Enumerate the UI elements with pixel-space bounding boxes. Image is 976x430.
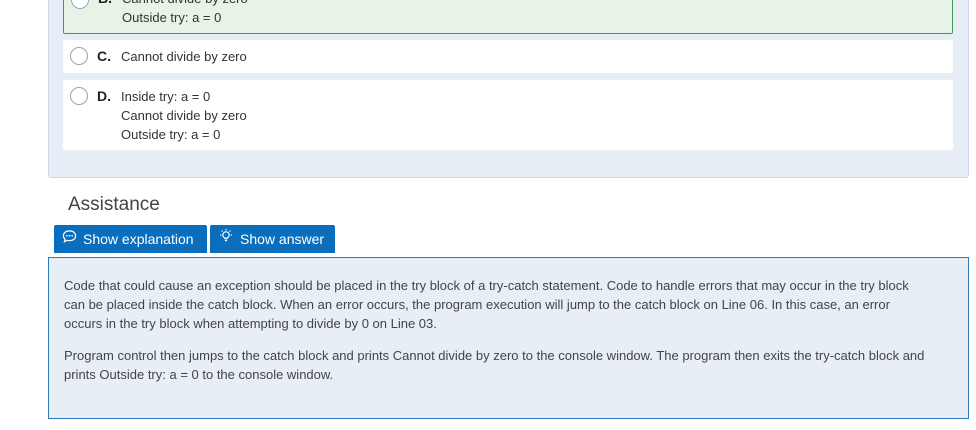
speech-bubble-icon [62,225,77,253]
option-c-letter: C. [97,48,111,64]
option-d-letter: D. [97,88,111,104]
option-d-line-1: Inside try: a = 0 [121,89,211,104]
explanation-paragraph-2: Program control then jumps to the catch … [64,348,925,382]
show-explanation-button[interactable]: Show explanation [54,225,207,253]
option-b-radio[interactable] [71,0,89,9]
option-d-radio[interactable] [70,87,88,105]
option-c-line-1: Cannot divide by zero [121,49,247,64]
option-c[interactable]: C. Cannot divide by zero [63,40,953,73]
option-b-letter: B. [98,0,112,6]
assistance-heading: Assistance [68,194,160,215]
explanation-panel: Code that could cause an exception shoul… [48,257,969,419]
option-d-line-2: Cannot divide by zero [121,108,247,123]
option-d[interactable]: D. Inside try: a = 0 Cannot divide by ze… [63,80,953,150]
explanation-paragraph-1: Code that could cause an exception shoul… [64,278,909,331]
option-c-radio[interactable] [70,47,88,65]
option-b-line-2: Outside try: a = 0 [122,10,222,25]
show-explanation-label: Show explanation [83,231,194,247]
show-answer-label: Show answer [240,231,325,247]
lightbulb-icon [218,225,234,253]
show-answer-button[interactable]: Show answer [210,225,335,253]
option-d-line-3: Outside try: a = 0 [121,127,221,142]
option-b[interactable]: B. Cannot divide by zero Outside try: a … [63,0,953,34]
option-b-line-1: Cannot divide by zero [122,0,248,8]
